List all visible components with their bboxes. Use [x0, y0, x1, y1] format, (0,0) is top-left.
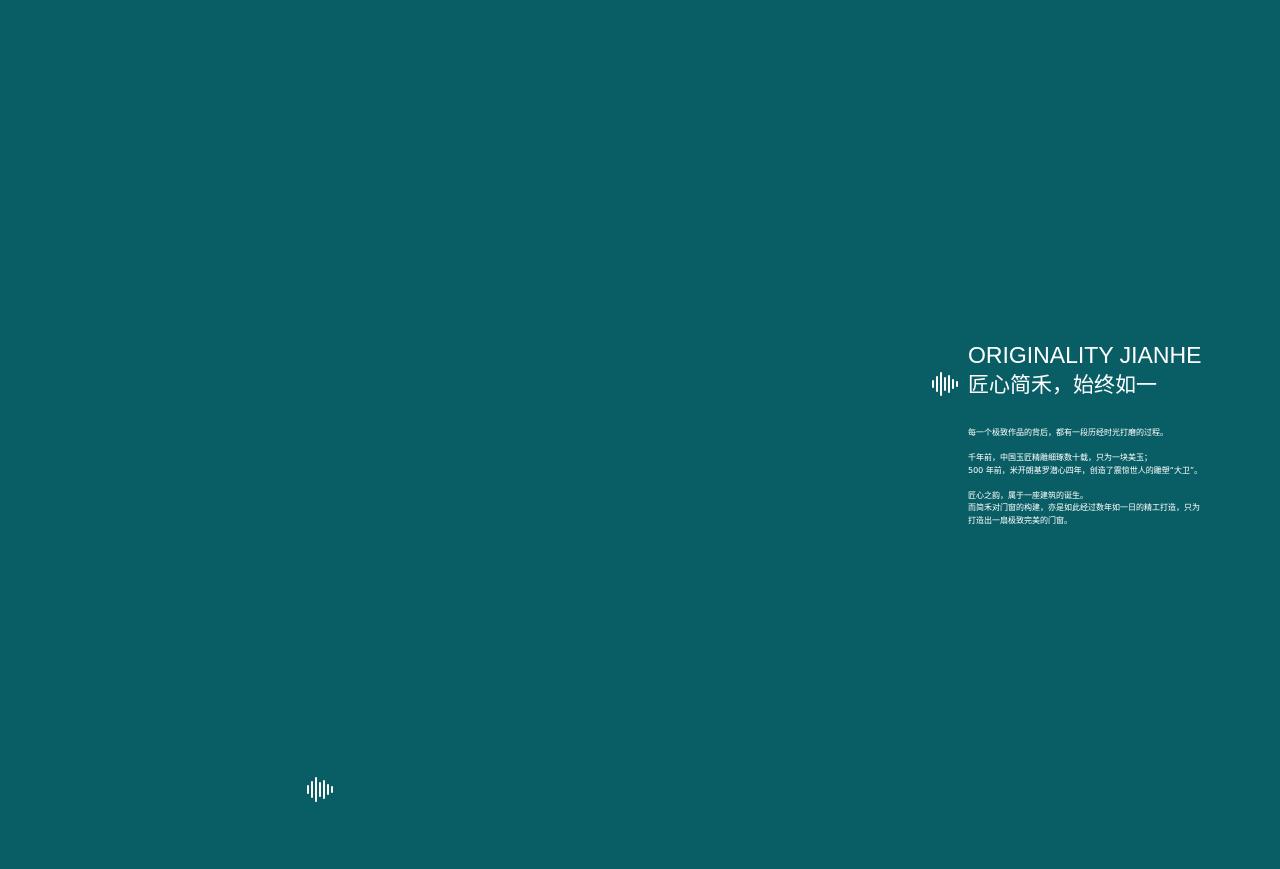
sound-wave-icon	[307, 777, 333, 802]
paragraph-2: 千年前，中国玉匠精雕细琢数十载，只为一块美玉； 500 年前，米开朗基罗潜心四年…	[968, 452, 1258, 477]
paragraph-line: 每一个极致作品的背后，都有一段历经时光打磨的过程。	[968, 428, 1168, 437]
body-copy: 每一个极致作品的背后，都有一段历经时光打磨的过程。 千年前，中国玉匠精雕细琢数十…	[968, 427, 1258, 527]
paragraph-line: 而简禾对门窗的构建，亦是如此经过数年如一日的精工打造，只为	[968, 503, 1200, 512]
title-chinese: 匠心简禾，始终如一	[968, 373, 1157, 397]
sound-wave-icon	[932, 372, 958, 396]
paragraph-line: 500 年前，米开朗基罗潜心四年，创造了震惊世人的雕塑“大卫”。	[968, 465, 1203, 475]
paragraph-line: 千年前，中国玉匠精雕细琢数十载，只为一块美玉；	[968, 453, 1152, 462]
paragraph-3: 匠心之韵，属于一座建筑的诞生。 而简禾对门窗的构建，亦是如此经过数年如一日的精工…	[968, 490, 1258, 528]
brochure-spread: ORIGINALITY JIANHE 匠心简禾，始终如一 每一个极致作品的背后，…	[0, 0, 1280, 869]
intro-text-block: ORIGINALITY JIANHE 匠心简禾，始终如一 每一个极致作品的背后，…	[968, 342, 1258, 527]
title-english: ORIGINALITY JIANHE	[968, 342, 1202, 368]
paragraph-line: 匠心之韵，属于一座建筑的诞生。	[968, 490, 1088, 500]
paragraph-1: 每一个极致作品的背后，都有一段历经时光打磨的过程。	[968, 427, 1258, 440]
paragraph-line: 打造出一扇极致完美的门窗。	[968, 515, 1072, 525]
